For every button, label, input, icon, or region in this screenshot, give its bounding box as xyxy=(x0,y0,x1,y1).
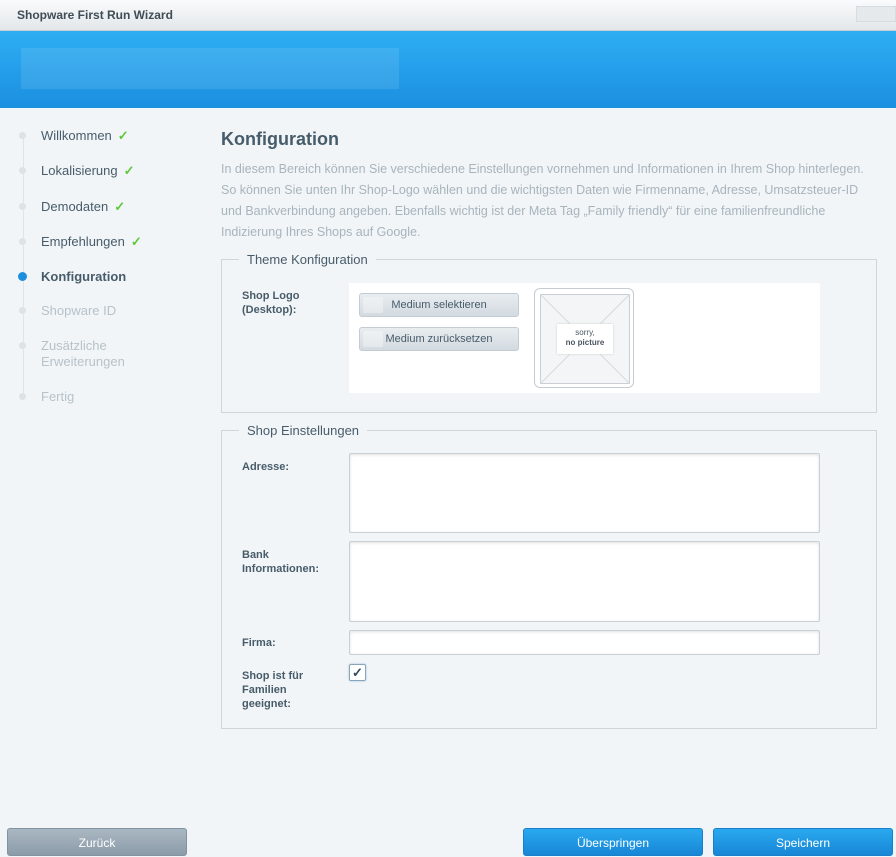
window-titlebar: Shopware First Run Wizard xyxy=(0,0,896,31)
window-control-button[interactable] xyxy=(856,6,896,22)
sidebar-step-empfehlungen[interactable]: Empfehlungen ✓ xyxy=(19,234,142,250)
sidebar-step-willkommen[interactable]: Willkommen ✓ xyxy=(19,128,129,144)
sidebar-step-fertig: Fertig xyxy=(19,389,75,405)
step-label: Lokalisierung xyxy=(41,163,118,178)
address-label: Adresse: xyxy=(242,461,290,473)
step-dot-icon xyxy=(19,132,26,139)
button-icon xyxy=(363,297,383,313)
step-dot-icon xyxy=(19,307,26,314)
step-dot-icon xyxy=(19,167,26,174)
step-label: Willkommen xyxy=(41,128,112,143)
select-medium-button[interactable]: Medium selektieren xyxy=(359,293,519,317)
active-dot-icon xyxy=(18,272,27,281)
window-title: Shopware First Run Wizard xyxy=(17,8,173,22)
step-dot-icon xyxy=(19,203,26,210)
no-picture-line1: sorry, xyxy=(575,328,595,337)
reset-medium-button[interactable]: Medium zurücksetzen xyxy=(359,327,519,351)
shop-logo-label: Shop Logo (Desktop): xyxy=(242,290,300,316)
step-label: Zusätzliche Erweiterungen xyxy=(41,338,125,369)
family-friendly-label: Shop ist für Familien geeignet: xyxy=(242,670,304,710)
button-icon xyxy=(363,331,383,347)
reset-medium-label: Medium zurücksetzen xyxy=(385,333,493,345)
shop-settings-legend: Shop Einstellungen xyxy=(247,423,360,438)
bank-info-textarea[interactable] xyxy=(349,541,820,622)
step-dot-icon xyxy=(19,342,26,349)
check-icon: ✓ xyxy=(117,128,129,143)
sidebar-step-lokalisierung[interactable]: Lokalisierung ✓ xyxy=(19,163,135,179)
company-input[interactable] xyxy=(349,630,820,655)
skip-button[interactable]: Überspringen xyxy=(523,828,703,856)
step-connector-line xyxy=(23,136,24,398)
check-icon: ✓ xyxy=(130,234,142,249)
step-label: Demodaten xyxy=(41,199,109,214)
address-textarea[interactable] xyxy=(349,453,820,533)
check-icon: ✓ xyxy=(123,163,135,178)
back-button[interactable]: Zurück xyxy=(7,828,187,856)
page-title: Konfiguration xyxy=(221,129,339,149)
intro-text: In diesem Bereich können Sie verschieden… xyxy=(221,162,864,239)
bank-info-label: Bank Informationen: xyxy=(242,549,319,575)
step-dot-icon xyxy=(19,238,26,245)
no-picture-line2: no picture xyxy=(565,338,605,347)
step-label: Empfehlungen xyxy=(41,234,125,249)
step-dot-icon xyxy=(19,393,26,400)
step-label: Shopware ID xyxy=(41,303,117,318)
wizard-footer: Zurück Überspringen Speichern xyxy=(0,825,896,857)
sidebar-step-konfiguration[interactable]: Konfiguration xyxy=(18,269,127,285)
family-friendly-checkbox[interactable]: ✓ xyxy=(349,664,366,681)
wizard-sidebar: Willkommen ✓ Lokalisierung ✓ Demodaten ✓ Em… xyxy=(0,108,205,825)
logo-preview: sorry, no picture xyxy=(534,288,634,388)
check-icon: ✓ xyxy=(114,199,126,214)
company-label: Firma: xyxy=(242,637,276,649)
banner-bar xyxy=(21,48,399,89)
step-label: Fertig xyxy=(41,389,75,404)
theme-config-legend: Theme Konfiguration xyxy=(247,252,368,267)
no-picture-label: sorry, no picture xyxy=(557,324,613,354)
sidebar-step-demodaten[interactable]: Demodaten ✓ xyxy=(19,199,126,215)
sidebar-step-shopware-id: Shopware ID xyxy=(19,303,117,319)
select-medium-label: Medium selektieren xyxy=(391,299,487,311)
save-button[interactable]: Speichern xyxy=(713,828,893,856)
sidebar-step-erweiterungen: Zusätzliche Erweiterungen xyxy=(19,338,161,370)
header-banner xyxy=(0,31,896,108)
step-label: Konfiguration xyxy=(41,269,127,284)
